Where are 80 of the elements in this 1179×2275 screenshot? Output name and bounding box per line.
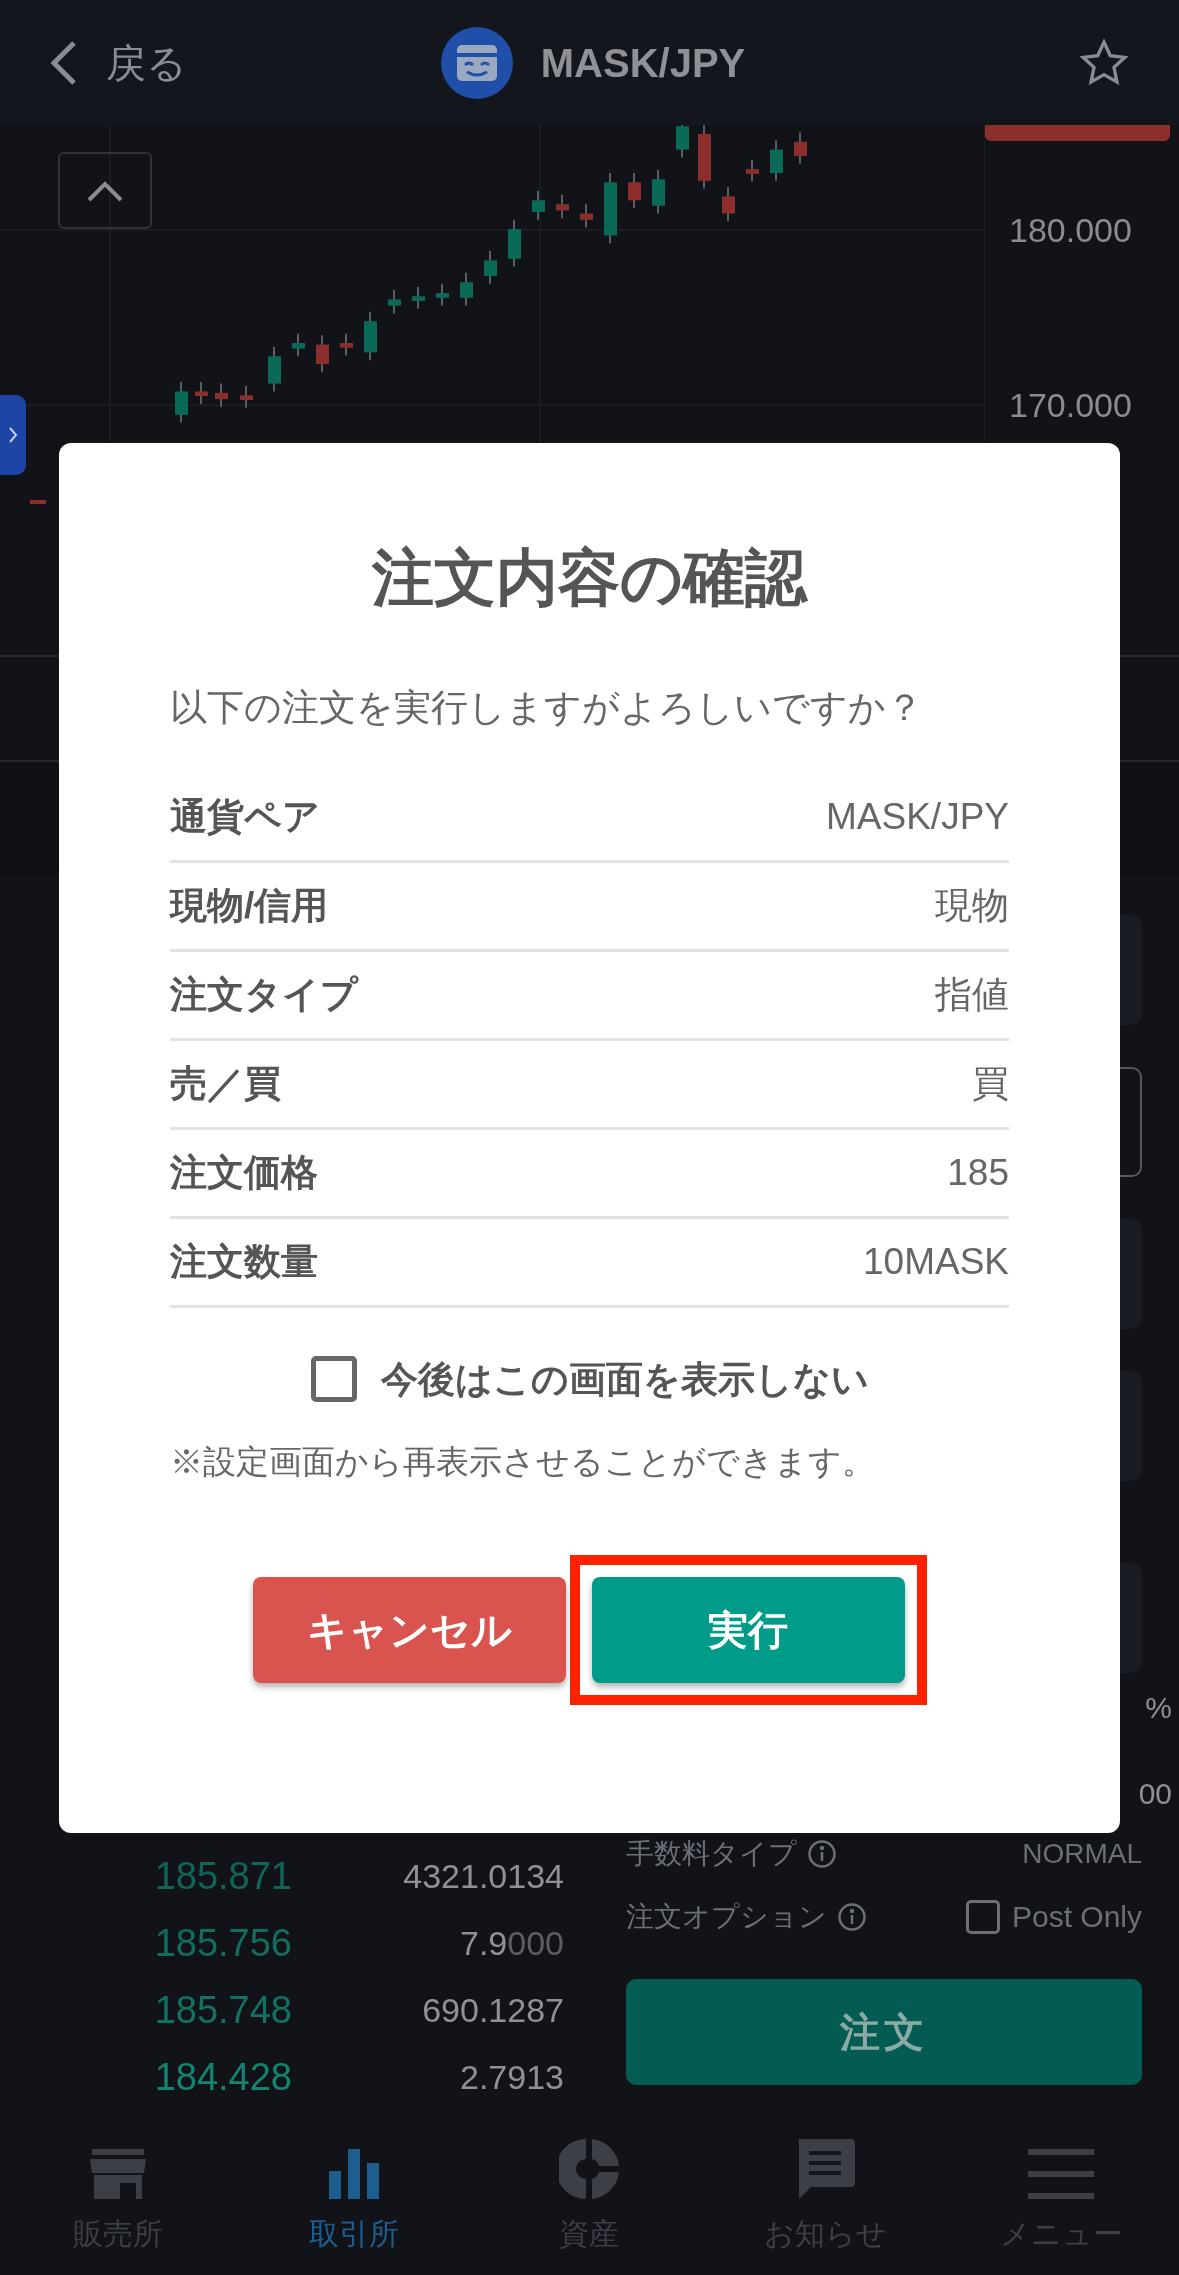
candle xyxy=(30,500,46,504)
candle xyxy=(412,286,425,310)
detail-label: 注文数量 xyxy=(170,1239,318,1284)
post-only-label: Post Only xyxy=(1011,1899,1142,1935)
candle xyxy=(388,289,401,315)
candle xyxy=(508,218,521,268)
candle xyxy=(175,381,188,424)
menu-icon xyxy=(1028,2149,1095,2199)
dialog-message: 以下の注文を実行しますがよろしいですか？ xyxy=(170,686,923,730)
fee-type-label: 手数料タイプ xyxy=(626,1837,797,1871)
candle xyxy=(580,203,593,229)
checkbox[interactable] xyxy=(965,1899,1000,1934)
back-button[interactable]: 戻る xyxy=(50,32,187,93)
candle xyxy=(484,250,497,285)
detail-label: 通貨ペア xyxy=(170,794,320,839)
candle xyxy=(195,381,208,405)
order-amount: 2.7913 xyxy=(459,2057,564,2098)
detail-value: 現物 xyxy=(935,883,1009,928)
detail-value: 指値 xyxy=(935,972,1009,1017)
bid-price: 184.428 xyxy=(153,2055,292,2100)
bid-price: 185.756 xyxy=(153,1921,292,1966)
candle xyxy=(316,334,329,373)
fee-type-value: NORMAL xyxy=(1022,1837,1142,1871)
mask-logo-icon xyxy=(440,26,513,99)
detail-value: 買 xyxy=(972,1061,1009,1106)
candle xyxy=(268,346,281,393)
pie-chart-icon xyxy=(559,2139,620,2199)
candle xyxy=(794,131,807,165)
dialog-title: 注文内容の確認 xyxy=(372,542,807,614)
checkbox[interactable] xyxy=(310,1356,357,1403)
detail-value: 10MASK xyxy=(863,1239,1009,1284)
candle xyxy=(240,385,253,409)
chevron-right-icon xyxy=(8,426,18,444)
star-icon[interactable] xyxy=(1079,37,1129,88)
bar-chart-icon xyxy=(328,2149,379,2199)
candle xyxy=(364,310,377,362)
detail-value: MASK/JPY xyxy=(826,794,1009,839)
bid-price: 185.871 xyxy=(153,1854,292,1899)
order-button[interactable]: 注文 xyxy=(626,1979,1142,2085)
detail-label: 売／買 xyxy=(170,1061,281,1106)
candle xyxy=(628,172,641,209)
collapse-button[interactable] xyxy=(58,152,152,229)
detail-value: 185 xyxy=(947,1150,1009,1195)
candle xyxy=(770,139,783,182)
back-icon xyxy=(50,38,78,87)
dialog-note: ※設定画面から再表示させることができます。 xyxy=(170,1442,875,1482)
candle xyxy=(532,190,545,221)
price-axis-label: 170.000 xyxy=(1009,385,1133,426)
store-icon xyxy=(89,2149,146,2199)
order-amount: 4321.0134 xyxy=(402,1856,564,1897)
detail-label: 注文価格 xyxy=(170,1150,318,1195)
candle xyxy=(460,271,473,307)
candle xyxy=(652,169,665,215)
candle xyxy=(676,125,689,159)
side-drawer-tab[interactable] xyxy=(0,395,26,475)
bid-price: 185.748 xyxy=(153,1988,292,2033)
candle xyxy=(746,158,759,183)
candle xyxy=(556,193,569,220)
detail-label: 注文タイプ xyxy=(170,972,358,1017)
cancel-button[interactable]: キャンセル xyxy=(252,1576,566,1683)
candle xyxy=(340,332,353,357)
info-icon[interactable] xyxy=(837,1901,867,1932)
order-amount: 7.9000 xyxy=(459,1923,564,1964)
pair-title: MASK/JPY xyxy=(540,39,746,87)
info-icon[interactable] xyxy=(807,1839,837,1869)
candle xyxy=(722,186,735,223)
candle xyxy=(698,125,711,190)
value-text: 00 xyxy=(1138,1779,1172,1809)
detail-label: 現物/信用 xyxy=(170,883,329,928)
order-option-label: 注文オプション xyxy=(626,1899,827,1934)
candle xyxy=(436,282,449,307)
candle xyxy=(215,382,228,408)
chevron-up-icon xyxy=(87,179,123,202)
order-amount: 690.1287 xyxy=(421,1990,564,2031)
price-axis-label: 180.000 xyxy=(1009,210,1133,251)
execute-button[interactable]: 実行 xyxy=(591,1576,905,1683)
dont-show-label: 今後はこの画面を表示しない xyxy=(380,1357,869,1402)
candle xyxy=(292,332,305,358)
value-text: % xyxy=(1145,1693,1172,1723)
tab-item[interactable]: 取引所 xyxy=(235,2137,472,2275)
